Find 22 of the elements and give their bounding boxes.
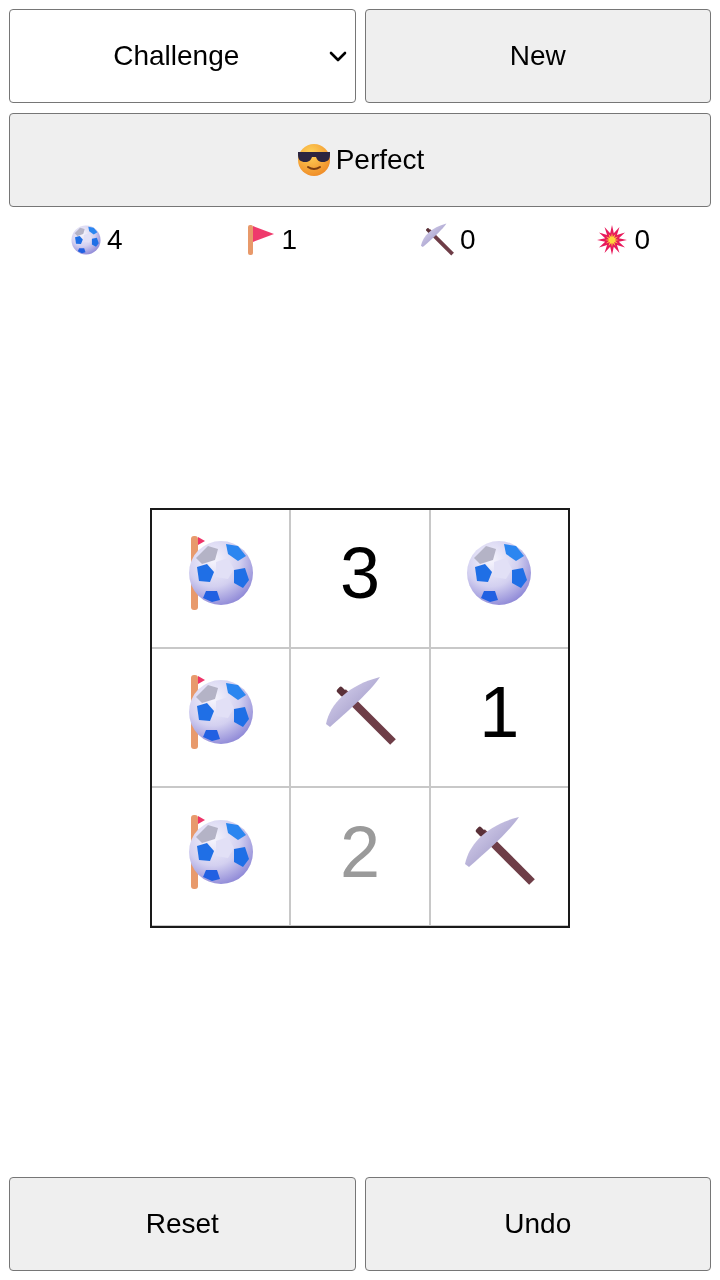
chevron-down-icon — [328, 50, 347, 62]
board-cell[interactable] — [152, 509, 290, 647]
board-cell[interactable]: 1 — [430, 648, 568, 787]
reset-button[interactable]: Reset — [9, 1177, 356, 1271]
flag-icon — [247, 224, 276, 256]
sunglasses-face-icon — [295, 142, 332, 178]
board-cell[interactable] — [430, 788, 568, 926]
new-button[interactable]: New — [364, 9, 711, 103]
pickaxe-icon — [419, 223, 454, 257]
board-cell[interactable] — [152, 788, 290, 926]
undo-button[interactable]: Undo — [364, 1177, 711, 1271]
mode-select[interactable]: Challenge — [9, 9, 356, 103]
flag-count: 1 — [281, 226, 298, 254]
board-cell[interactable] — [152, 648, 290, 787]
ball-icon — [70, 225, 101, 255]
status-button[interactable]: Perfect — [9, 113, 711, 207]
pickaxe-count: 0 — [459, 226, 476, 254]
ball-count: 4 — [106, 226, 123, 254]
board-cell[interactable] — [291, 648, 429, 787]
board-cell[interactable] — [430, 509, 568, 647]
explosion-count: 0 — [634, 226, 651, 254]
board-cell[interactable]: 3 — [291, 509, 429, 647]
